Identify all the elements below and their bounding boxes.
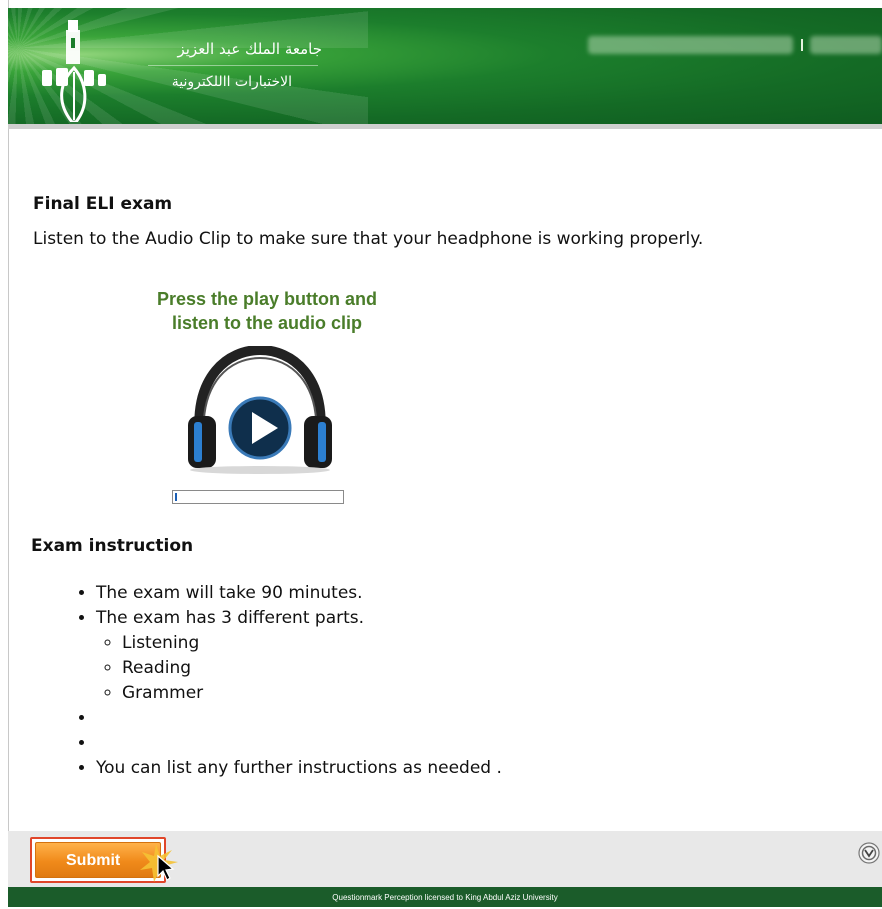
headphones-play-button[interactable] [180,346,340,476]
play-icon[interactable] [228,396,292,460]
list-item-empty [96,731,502,756]
audio-prompt: Press the play button and listen to the … [122,287,412,335]
part-item-reading: Reading [122,656,502,681]
list-item-text: The exam has 3 different parts. [96,608,365,628]
user-menu-blurred [810,36,882,54]
audio-progress-bar[interactable] [172,490,344,504]
instructions-list: The exam will take 90 minutes. The exam … [56,581,502,781]
list-item: The exam will take 90 minutes. [96,581,502,606]
header-separator [148,65,318,66]
cursor-icon [140,844,178,882]
parts-list: Listening Reading Grammer [96,631,502,706]
list-item-empty [96,706,502,731]
exam-title: Final ELI exam [33,194,173,214]
audio-prompt-line2: listen to the audio clip [171,313,362,333]
audio-prompt-line1: Press the play button and [156,289,378,309]
instructions-title: Exam instruction [31,536,194,556]
part-item-listening: Listening [122,631,502,656]
university-name: جامعة الملك عبد العزيز [177,40,322,58]
license-bar: Questionmark Perception licensed to King… [8,887,882,907]
help-icon[interactable] [858,842,880,864]
list-item: You can list any further instructions as… [96,756,502,781]
kau-logo-icon [42,20,106,122]
exam-lead-text: Listen to the Audio Clip to make sure th… [33,229,704,249]
site-header: جامعة الملك عبد العزيز الاختبارات االلكت… [8,8,882,124]
part-item-grammar: Grammer [122,681,502,706]
header-underline [8,124,882,129]
system-name: الاختبارات االلكترونية [171,74,292,90]
audio-progress-fill [175,493,177,501]
list-item: The exam has 3 different parts. Listenin… [96,606,502,706]
header-divider [801,39,803,51]
user-info-blurred [588,36,793,54]
